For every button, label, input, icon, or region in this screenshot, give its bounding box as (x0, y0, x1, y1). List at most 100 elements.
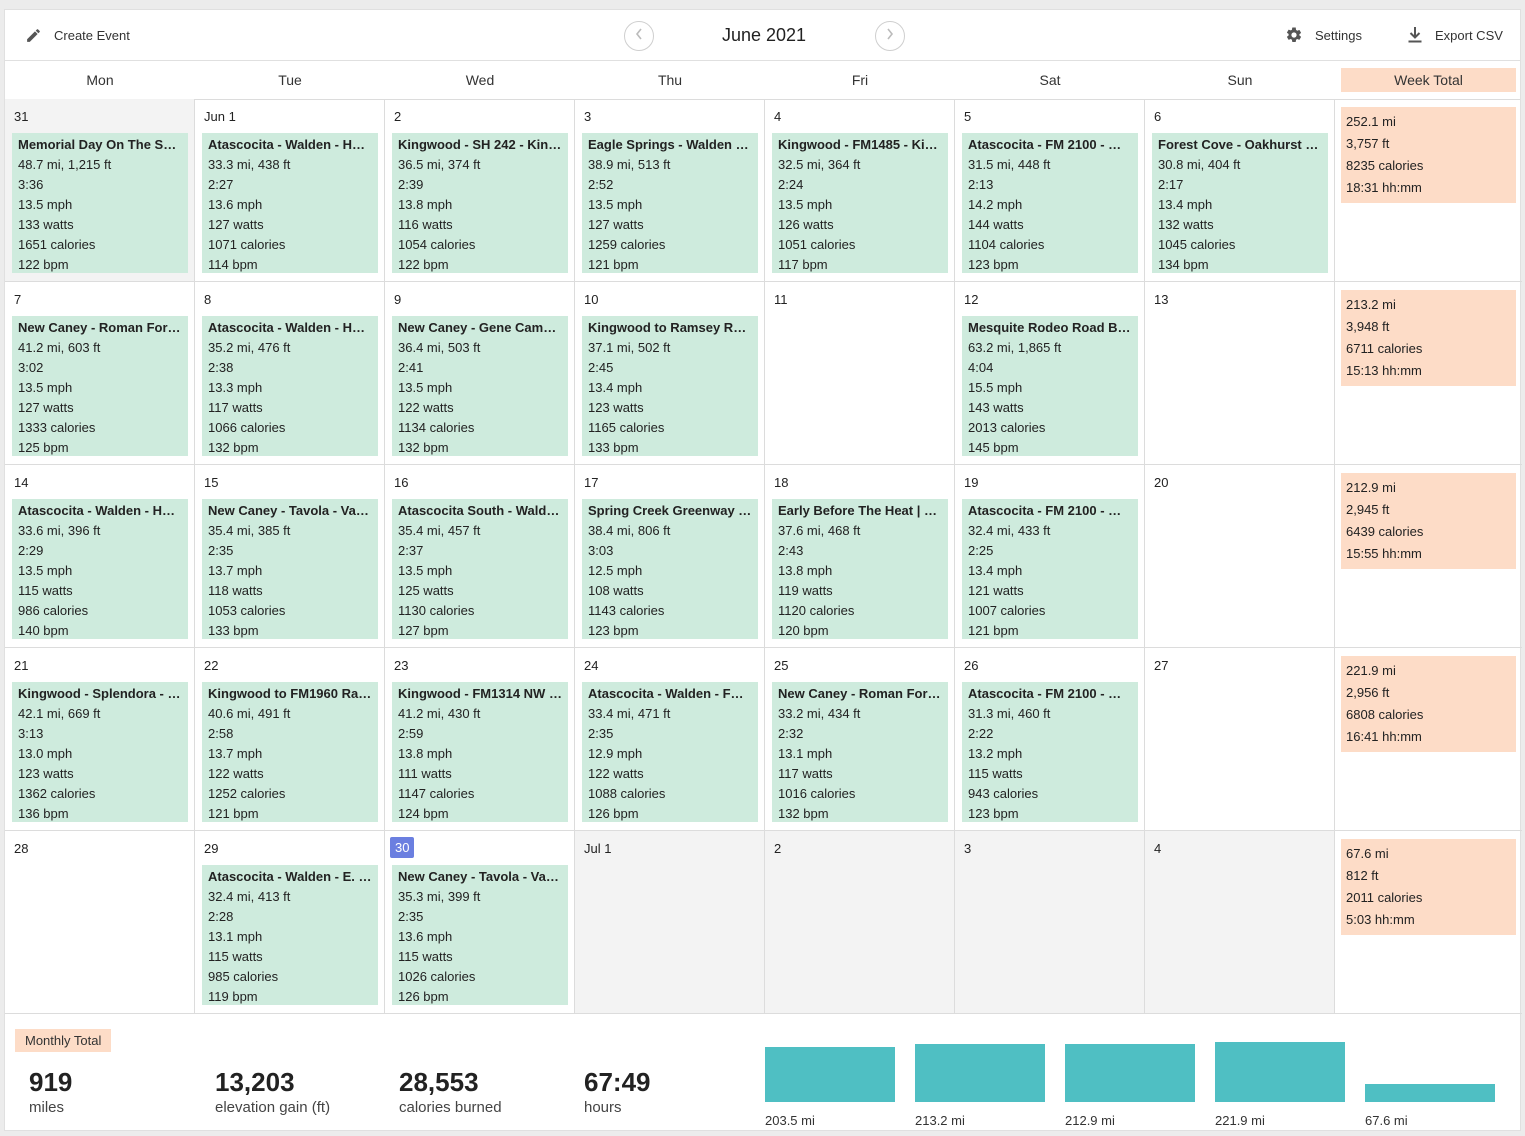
day-cell[interactable]: 2 (765, 831, 955, 1013)
activity-card[interactable]: Atascocita South - Walden - Huffman 35.4 … (392, 499, 568, 639)
activity-speed: 13.3 mph (208, 380, 263, 395)
activity-watts: 122 watts (398, 400, 454, 415)
activity-watts: 115 watts (398, 949, 453, 964)
settings-button[interactable]: Settings (1285, 10, 1362, 60)
day-cell[interactable]: 25 New Caney - Roman Forest - New Caney 33… (765, 648, 955, 830)
day-cell[interactable]: 13 (1145, 282, 1335, 464)
activity-card[interactable]: New Caney - Tavola - Valley Ranch 35.3 mi… (392, 865, 568, 1005)
day-cell[interactable]: 7 New Caney - Roman Forest - New Caney 41.… (5, 282, 195, 464)
day-cell[interactable]: 8 Atascocita - Walden - Huffman 35.2 mi, 4… (195, 282, 385, 464)
day-cell[interactable]: 19 Atascocita - FM 2100 - Walden 32.4 mi, … (955, 465, 1145, 647)
activity-card[interactable]: Kingwood to FM1960 Railroad 40.6 mi, 491 … (202, 682, 378, 822)
activity-card[interactable]: Atascocita - Walden - Huffman 33.6 mi, 39… (12, 499, 188, 639)
activity-card[interactable]: Kingwood - Splendora - Kingwood 42.1 mi, … (12, 682, 188, 822)
activity-hr: 133 bpm (208, 623, 259, 638)
day-number: 21 (14, 658, 29, 673)
day-cell[interactable]: 24 Atascocita - Walden - FM 2100 33.4 mi, … (575, 648, 765, 830)
activity-speed: 13.8 mph (398, 197, 453, 212)
activity-card[interactable]: Atascocita - Walden - FM 2100 33.4 mi, 47… (582, 682, 758, 822)
activity-card[interactable]: Atascocita - FM 2100 - Walden 31.3 mi, 46… (962, 682, 1138, 822)
activity-dist: 35.2 mi, 476 ft (208, 340, 291, 355)
activity-time: 2:52 (588, 177, 614, 192)
create-event-button[interactable]: Create Event (25, 10, 130, 60)
week-total-miles: 213.2 mi (1346, 297, 1396, 312)
day-cell[interactable]: 2 Kingwood - SH 242 - Kingwood 36.5 mi, 37… (385, 99, 575, 281)
activity-time: 2:27 (208, 177, 234, 192)
activity-card[interactable]: Atascocita - Walden - Huffman 33.3 mi, 43… (202, 133, 378, 273)
bar-group: 212.9 mi (1065, 1037, 1195, 1131)
day-cell[interactable]: 16 Atascocita South - Walden - Huffman 35.… (385, 465, 575, 647)
activity-watts: 143 watts (968, 400, 1024, 415)
activity-card[interactable]: Early Before The Heat | Kingwood 37.6 mi,… (772, 499, 948, 639)
activity-card[interactable]: Kingwood - FM1314 NW to SH 242 41.2 mi, 4… (392, 682, 568, 822)
day-cell[interactable]: 5 Atascocita - FM 2100 - Walden 31.5 mi, 4… (955, 99, 1145, 281)
day-cell[interactable]: Jun 1 Atascocita - Walden - Huffman 33.3 m… (195, 99, 385, 281)
day-cell[interactable]: 30 New Caney - Tavola - Valley Ranch 35.3 … (385, 831, 575, 1013)
day-cell[interactable]: 9 New Caney - Gene Campbell Road 36.4 mi, … (385, 282, 575, 464)
activity-card[interactable]: Eagle Springs - Walden - Atascocita 38.9 … (582, 133, 758, 273)
activity-card[interactable]: Spring Creek Greenway trail 38.4 mi, 806 … (582, 499, 758, 639)
activity-card[interactable]: Atascocita - Walden - E. Lake Houston 32.… (202, 865, 378, 1005)
next-month-button[interactable] (875, 21, 905, 51)
activity-cal: 1147 calories (398, 786, 475, 801)
activity-card[interactable]: Mesquite Rodeo Road Bike Ride 63.2 mi, 1,… (962, 316, 1138, 456)
activity-card[interactable]: Atascocita - FM 2100 - Walden 32.4 mi, 43… (962, 499, 1138, 639)
activity-hr: 136 bpm (18, 806, 69, 821)
activity-title: Kingwood to Ramsey Road (588, 320, 752, 335)
activity-card[interactable]: New Caney - Tavola - Valley Ranch 35.4 mi… (202, 499, 378, 639)
activity-card[interactable]: Atascocita - FM 2100 - Walden 31.5 mi, 44… (962, 133, 1138, 273)
activity-hr: 122 bpm (18, 257, 69, 272)
day-cell[interactable]: 18 Early Before The Heat | Kingwood 37.6 m… (765, 465, 955, 647)
day-cell[interactable]: 4 Kingwood - FM1485 - Kingwood 32.5 mi, 36… (765, 99, 955, 281)
activity-card[interactable]: New Caney - Gene Campbell Road 36.4 mi, 5… (392, 316, 568, 456)
day-cell[interactable]: 26 Atascocita - FM 2100 - Walden 31.3 mi, … (955, 648, 1145, 830)
day-cell[interactable]: 3 Eagle Springs - Walden - Atascocita 38.9… (575, 99, 765, 281)
day-cell[interactable]: 20 (1145, 465, 1335, 647)
activity-title: Atascocita - Walden - Huffman (208, 320, 372, 335)
day-cell[interactable]: 29 Atascocita - Walden - E. Lake Houston 3… (195, 831, 385, 1013)
activity-hr: 145 bpm (968, 440, 1019, 455)
bar-group: 213.2 mi (915, 1037, 1045, 1131)
activity-card[interactable]: New Caney - Roman Forest - New Caney 33.2… (772, 682, 948, 822)
stat-value: 919 (29, 1067, 73, 1097)
day-cell[interactable]: 14 Atascocita - Walden - Huffman 33.6 mi, … (5, 465, 195, 647)
day-cell[interactable]: 27 (1145, 648, 1335, 830)
activity-speed: 13.5 mph (18, 380, 73, 395)
day-cell[interactable]: 23 Kingwood - FM1314 NW to SH 242 41.2 mi,… (385, 648, 575, 830)
day-cell[interactable]: 4 (1145, 831, 1335, 1013)
day-cell[interactable]: 15 New Caney - Tavola - Valley Ranch 35.4 … (195, 465, 385, 647)
activity-card[interactable]: Kingwood to Ramsey Road 37.1 mi, 502 ft 2:… (582, 316, 758, 456)
activity-card[interactable]: Atascocita - Walden - Huffman 35.2 mi, 47… (202, 316, 378, 456)
week-total-elev: 3,757 ft (1346, 136, 1390, 151)
activity-dist: 33.4 mi, 471 ft (588, 706, 671, 721)
export-csv-button[interactable]: Export CSV (1407, 10, 1503, 60)
create-event-label: Create Event (54, 27, 130, 43)
day-cell[interactable]: 6 Forest Cove - Oakhurst - Kingwood 30.8 m… (1145, 99, 1335, 281)
activity-card[interactable]: Forest Cove - Oakhurst - Kingwood 30.8 mi… (1152, 133, 1328, 273)
day-cell[interactable]: 28 (5, 831, 195, 1013)
activity-cal: 985 calories (208, 969, 279, 984)
day-number: 11 (774, 292, 788, 307)
day-cell[interactable]: 22 Kingwood to FM1960 Railroad 40.6 mi, 49… (195, 648, 385, 830)
day-cell[interactable]: Jul 1 (575, 831, 765, 1013)
activity-card[interactable]: Kingwood - SH 242 - Kingwood 36.5 mi, 374… (392, 133, 568, 273)
day-cell[interactable]: 17 Spring Creek Greenway trail 38.4 mi, 80… (575, 465, 765, 647)
activity-card[interactable]: Kingwood - FM1485 - Kingwood 32.5 mi, 364… (772, 133, 948, 273)
activity-title: Kingwood to FM1960 Railroad (208, 686, 372, 701)
weekday-thu: Thu (657, 72, 683, 88)
day-number: Jun 1 (204, 109, 236, 124)
activity-speed: 13.4 mph (588, 380, 643, 395)
activity-time: 2:17 (1158, 177, 1184, 192)
day-cell[interactable]: 21 Kingwood - Splendora - Kingwood 42.1 mi… (5, 648, 195, 830)
day-cell[interactable]: 3 (955, 831, 1145, 1013)
activity-card[interactable]: New Caney - Roman Forest - New Caney 41.2… (12, 316, 188, 456)
stat-calories: 28,553 calories burned (399, 1067, 502, 1117)
day-cell[interactable]: 10 Kingwood to Ramsey Road 37.1 mi, 502 ft… (575, 282, 765, 464)
day-cell[interactable]: 31 Memorial Day On The Spring Creek Green… (5, 99, 195, 281)
day-cell[interactable]: 12 Mesquite Rodeo Road Bike Ride 63.2 mi, … (955, 282, 1145, 464)
activity-cal: 2013 calories (968, 420, 1046, 435)
activity-card[interactable]: Memorial Day On The Spring Creek Greenwa… (12, 133, 188, 273)
activity-dist: 41.2 mi, 603 ft (18, 340, 101, 355)
day-cell[interactable]: 11 (765, 282, 955, 464)
activity-watts: 123 watts (588, 400, 644, 415)
